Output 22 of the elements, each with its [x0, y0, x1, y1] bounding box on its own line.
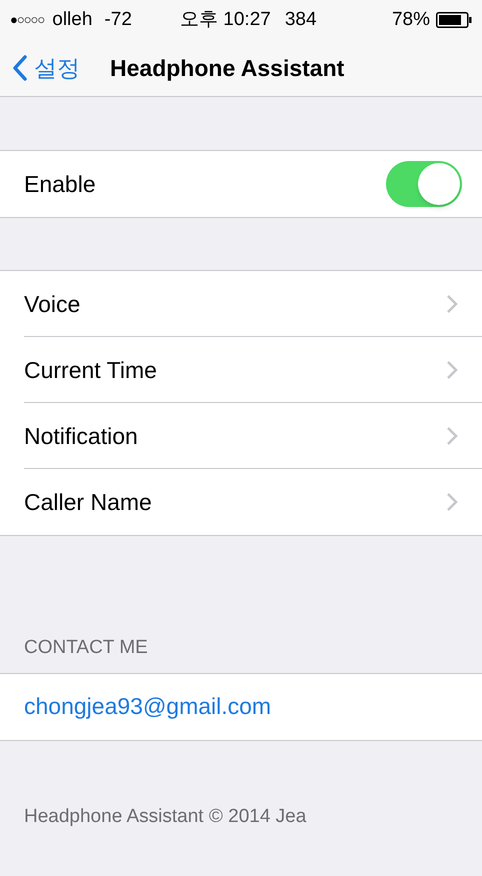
- footer-text: Headphone Assistant © 2014 Jea: [23, 804, 308, 828]
- chevron-icon: [446, 360, 458, 380]
- menu-row[interactable]: Voice: [0, 271, 482, 337]
- nav-title: Headphone Assistant: [110, 54, 344, 83]
- menu-row[interactable]: Current Time: [0, 337, 482, 403]
- chevron-icon: [446, 492, 458, 512]
- menu-row[interactable]: Caller Name: [0, 469, 482, 535]
- signal-strength: -72: [104, 8, 132, 32]
- section-header: CONTACT ME: [23, 636, 149, 660]
- menu-row[interactable]: Notification: [0, 403, 482, 469]
- status-number: 384: [284, 8, 317, 32]
- signal-dots: ●○○○○: [10, 11, 44, 30]
- toggle-switch[interactable]: [386, 161, 462, 207]
- chevron-icon: [446, 294, 458, 314]
- battery-icon: [436, 12, 472, 28]
- back-icon: [12, 54, 28, 82]
- battery-percent: 78%: [392, 8, 430, 32]
- status-time: 오후 10:27: [180, 8, 271, 32]
- setting-label: Enable: [24, 170, 96, 199]
- chevron-icon: [446, 426, 458, 446]
- back-button[interactable]: 설정: [12, 50, 80, 86]
- carrier-name: olleh: [52, 8, 92, 32]
